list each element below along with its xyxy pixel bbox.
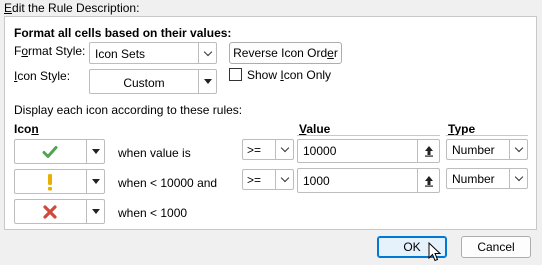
ok-button-label: OK	[403, 240, 421, 254]
icon-style-dropdown[interactable]: Custom	[89, 69, 217, 94]
exclamation-icon	[15, 170, 85, 193]
icon-dropdown-rule-2[interactable]	[14, 169, 105, 194]
format-style-label: Format Style:	[14, 44, 85, 58]
dropdown-arrow-icon[interactable]	[86, 170, 104, 193]
display-rules-label: Display each icon according to these rul…	[14, 103, 243, 117]
rule-1-type: Number	[452, 143, 495, 157]
icon-style-value: Custom	[123, 76, 165, 90]
cross-icon	[15, 200, 85, 223]
dropdown-arrow-icon[interactable]	[86, 200, 104, 223]
chevron-down-icon[interactable]	[275, 140, 293, 159]
rule-2-value: 1000	[303, 173, 330, 188]
column-header-value: Value	[299, 122, 330, 136]
dropdown-arrow-icon[interactable]	[198, 70, 216, 93]
column-header-type: Type	[448, 122, 475, 136]
format-style-label-post: rmat Style:	[28, 44, 86, 58]
rule-2-type-dropdown[interactable]: Number	[446, 168, 528, 189]
column-header-type-post: ype	[454, 122, 476, 136]
icon-style-label-post: con Style:	[17, 69, 71, 83]
section-title-key: E	[4, 1, 13, 15]
chevron-down-icon[interactable]	[275, 170, 293, 189]
reverse-icon-order-key: e	[327, 46, 334, 60]
dropdown-arrow-icon[interactable]	[86, 140, 104, 163]
chevron-down-icon[interactable]	[509, 140, 527, 159]
reverse-icon-order-button[interactable]: Reverse Icon Ord e r	[229, 42, 342, 64]
type-header-underline	[446, 135, 528, 136]
icon-dropdown-rule-3[interactable]	[14, 199, 105, 224]
column-header-icon: Icon	[14, 122, 39, 136]
format-all-label: Format all cells based on their values:	[14, 26, 232, 40]
icon-dropdown-rule-1[interactable]	[14, 139, 105, 164]
rule-2-type: Number	[452, 172, 495, 186]
chevron-down-icon[interactable]	[509, 169, 527, 188]
cell-reference-icon[interactable]	[417, 140, 439, 162]
show-icon-only-checkbox[interactable]	[229, 68, 242, 81]
show-icon-only-post: con Only	[283, 68, 332, 82]
rule-1-type-dropdown[interactable]: Number	[446, 139, 528, 160]
show-icon-only-label[interactable]: Show Icon Only	[247, 68, 331, 82]
cell-reference-icon[interactable]	[417, 169, 439, 192]
check-icon	[15, 140, 85, 163]
column-header-value-post: alue	[306, 122, 331, 136]
chevron-down-icon[interactable]	[198, 43, 216, 63]
show-icon-only-pre: Show	[247, 68, 281, 82]
format-style-dropdown[interactable]: Icon Sets	[89, 42, 217, 64]
rule-1-value: 10000	[303, 144, 337, 158]
rule-1-value-input[interactable]: 10000	[297, 139, 440, 163]
rule-2-operator: >=	[247, 173, 262, 187]
rule-1-condition: when value is	[118, 146, 191, 160]
mouse-pointer-icon	[428, 241, 442, 265]
column-header-icon-pre: Ico	[14, 122, 32, 136]
rule-3-condition: when < 1000	[118, 206, 188, 220]
rule-2-value-input[interactable]: 1000	[297, 168, 440, 193]
rule-1-operator: >=	[247, 143, 262, 157]
cancel-button-label: Cancel	[477, 240, 515, 254]
section-title: Edit the Rule Description:	[4, 1, 139, 15]
rule-2-condition: when < 10000 and	[118, 176, 218, 190]
rule-2-operator-dropdown[interactable]: >=	[242, 169, 294, 190]
reverse-icon-order-post: r	[333, 46, 338, 60]
icon-style-label: Icon Style:	[14, 69, 70, 83]
format-style-value: Icon Sets	[95, 47, 146, 61]
column-header-icon-key: n	[31, 122, 39, 136]
value-header-underline	[297, 135, 440, 136]
reverse-icon-order-pre: Reverse Icon Ord	[233, 46, 328, 60]
section-title-rest: dit the Rule Description:	[12, 1, 140, 15]
rule-1-operator-dropdown[interactable]: >=	[242, 139, 294, 160]
cancel-button[interactable]: Cancel	[461, 236, 531, 258]
